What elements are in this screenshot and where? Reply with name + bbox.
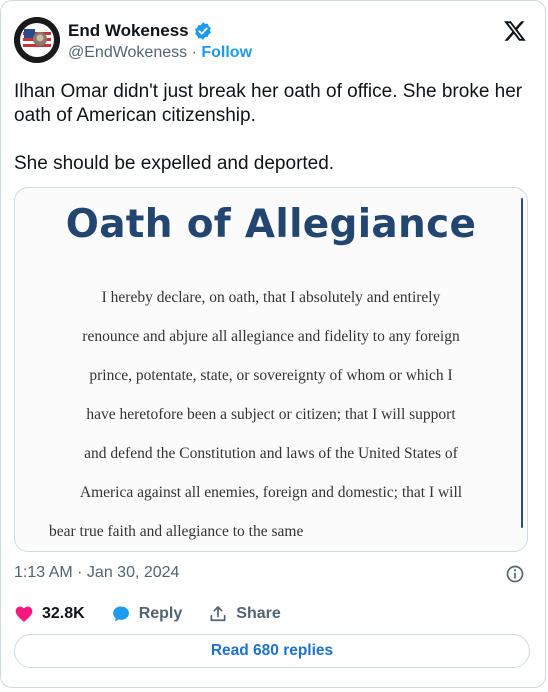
like-button[interactable]: 32.8K [14, 604, 85, 624]
timestamp[interactable]: 1:13 AM · Jan 30, 2024 [14, 564, 179, 582]
read-replies-button[interactable]: Read 680 replies [14, 634, 530, 668]
x-logo-icon[interactable] [503, 19, 527, 43]
author-handle[interactable]: @EndWokeness [68, 44, 187, 61]
reply-bubble-icon [112, 606, 129, 622]
oath-line: prince, potentate, state, or sovereignty… [89, 367, 453, 384]
verified-badge-icon [194, 22, 211, 40]
heart-icon [15, 606, 33, 622]
separator: · [191, 44, 197, 61]
author-name-row: End Wokeness [68, 21, 213, 41]
oath-line: I hereby declare, on oath, that I absolu… [101, 289, 441, 306]
oath-line: bear true faith and allegiance to the sa… [49, 523, 304, 540]
like-count: 32.8K [42, 605, 85, 622]
tweet-paragraph: She should be expelled and deported. [14, 153, 335, 174]
action-bar: 32.8K Reply Share [14, 604, 307, 624]
oath-title: Oath of Allegiance [65, 202, 477, 247]
tweet-text: Ilhan Omar didn't just break her oath of… [14, 80, 524, 176]
share-icon [210, 606, 226, 622]
attached-image[interactable]: Oath of Allegiance I hereby declare, on … [14, 187, 528, 552]
follow-button[interactable]: Follow [201, 44, 252, 61]
oath-line: have heretofore been a subject or citize… [86, 406, 456, 423]
share-label: Share [236, 605, 281, 622]
info-icon[interactable] [505, 564, 525, 584]
avatar-image [14, 17, 60, 63]
author-name[interactable]: End Wokeness [68, 21, 189, 41]
handle-row: @EndWokeness · Follow [68, 44, 252, 62]
oath-line: America against all enemies, foreign and… [79, 484, 463, 501]
tweet-paragraph: Ilhan Omar didn't just break her oath of… [14, 81, 523, 126]
image-scrollbar [521, 198, 523, 528]
share-button[interactable]: Share [208, 604, 281, 624]
oath-line: renounce and abjure all allegiance and f… [82, 328, 460, 345]
oath-line: and defend the Constitution and laws of … [84, 445, 458, 462]
reply-label: Reply [138, 605, 183, 622]
tweet-card: End Wokeness @EndWokeness · Follow Ilhan… [0, 0, 546, 688]
avatar[interactable] [14, 17, 60, 63]
reply-button[interactable]: Reply [111, 604, 183, 624]
oath-text: I hereby declare, on oath, that I absolu… [45, 288, 497, 551]
